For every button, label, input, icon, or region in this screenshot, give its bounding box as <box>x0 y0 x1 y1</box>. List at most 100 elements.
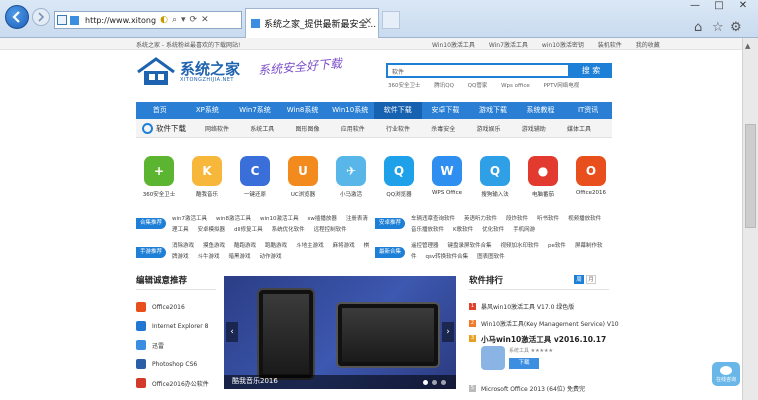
topbar-link[interactable]: 我的收藏 <box>636 42 660 49</box>
app-item[interactable]: W WPS Office <box>424 156 470 196</box>
app-item[interactable]: C 一键还原 <box>232 156 278 198</box>
hot-search-link[interactable]: 360安全卫士 <box>388 83 421 89</box>
search-button[interactable]: 搜 索 <box>570 63 612 78</box>
rank-item[interactable]: 5 Microsoft Office 2013 (64位) 免费完 <box>469 384 585 393</box>
app-item[interactable]: ✈ 小马激活 <box>328 156 374 198</box>
category-link[interactable]: 手机网游 <box>513 227 535 233</box>
category-link[interactable]: qsv转换软件合集 <box>426 254 469 260</box>
site-logo[interactable]: 系统之家 XITONGZHIJIA.NET <box>136 56 256 88</box>
nav-item[interactable]: Win8系统 <box>279 102 327 119</box>
close-tab-icon[interactable]: ✕ <box>364 17 372 27</box>
list-item[interactable]: Internet Explorer 8 <box>136 321 208 331</box>
refresh-icon[interactable]: ⟳ <box>190 15 198 25</box>
category-link[interactable]: 跑酷游戏 <box>265 243 287 249</box>
category-link[interactable]: 段炸软件 <box>506 216 528 222</box>
category-link[interactable]: sw插播放器 <box>308 216 337 222</box>
next-arrow-icon[interactable]: › <box>442 322 454 342</box>
list-item[interactable]: 迅雷 <box>136 340 164 350</box>
category-link[interactable]: 遥控管理器 <box>411 243 439 249</box>
hot-search-link[interactable]: Wps office <box>501 83 530 89</box>
topbar-link[interactable]: Win7激活工具 <box>489 42 528 49</box>
tab-active[interactable]: 系统之家_提供最新最安全... ✕ <box>245 8 379 38</box>
subnav-item[interactable]: 图形图像 <box>296 126 320 133</box>
dropdown-icon[interactable]: ▾ <box>181 15 186 25</box>
maximize-button[interactable]: □ <box>708 0 730 14</box>
app-item[interactable]: Q 搜狗输入法 <box>472 156 518 198</box>
subnav-item[interactable]: 行业软件 <box>386 126 410 133</box>
nav-item[interactable]: 首页 <box>136 102 184 119</box>
download-button[interactable]: 下载 <box>509 358 539 369</box>
topbar-link[interactable]: 装机软件 <box>598 42 622 49</box>
slide-dot[interactable] <box>432 380 437 385</box>
favorites-star-icon[interactable]: ☆ <box>712 20 724 35</box>
subnav-item[interactable]: 游戏辅助 <box>522 126 546 133</box>
list-item[interactable]: Photoshop CS6 <box>136 359 197 369</box>
app-item[interactable]: ● 电脑番茄 <box>520 156 566 198</box>
search-icon[interactable]: ⌕ <box>172 15 177 25</box>
slide-caption[interactable]: 酷我音乐2016 <box>232 376 278 386</box>
topbar-link[interactable]: Win10激活工具 <box>432 42 475 49</box>
category-link[interactable]: 远程控制软件 <box>314 227 347 233</box>
category-link[interactable]: 车辆违章查询软件 <box>411 216 455 222</box>
scroll-thumb[interactable] <box>745 124 756 228</box>
subnav-item[interactable]: 系统工具 <box>250 126 274 133</box>
category-link[interactable]: 优化软件 <box>482 227 504 233</box>
nav-item-active[interactable]: 软件下载 <box>373 102 422 119</box>
subnav-item[interactable]: 媒体工具 <box>567 126 591 133</box>
app-item[interactable]: K 酷我音乐 <box>184 156 230 198</box>
slide-dot[interactable] <box>441 380 446 385</box>
list-item-label[interactable]: Office2016 <box>152 304 185 311</box>
list-item[interactable]: Office2016办公软件 <box>136 378 209 388</box>
category-link[interactable]: 听书软件 <box>537 216 559 222</box>
nav-item[interactable]: Win10系统 <box>326 102 374 119</box>
hot-search-link[interactable]: PPTV网络电视 <box>543 83 579 89</box>
category-link[interactable]: 酷跑游戏 <box>234 243 256 249</box>
prev-arrow-icon[interactable]: ‹ <box>226 322 238 342</box>
tab-week[interactable]: 周 <box>574 275 584 284</box>
rank-item[interactable]: 2 Win10激活工具(Key Management Service) V10 <box>469 319 619 328</box>
hot-search-link[interactable]: 腾讯QQ <box>434 83 454 89</box>
app-item[interactable]: U UC浏览器 <box>280 156 326 198</box>
category-link[interactable]: 系统优化软件 <box>272 227 305 233</box>
list-item-label[interactable]: Internet Explorer 8 <box>152 323 208 330</box>
nav-item[interactable]: 安卓下载 <box>422 102 470 119</box>
nav-item[interactable]: Win7系统 <box>231 102 279 119</box>
subnav-item[interactable]: 杀毒安全 <box>431 126 455 133</box>
rank-item[interactable]: 1 暴风win10激活工具 V17.0 绿色版 <box>469 302 574 311</box>
app-item[interactable]: O Office2016 <box>568 156 614 196</box>
category-link[interactable]: 摸鱼游戏 <box>203 243 225 249</box>
category-link[interactable]: 消除游戏 <box>172 243 194 249</box>
subnav-item[interactable]: 应用软件 <box>341 126 365 133</box>
chat-widget[interactable]: 在线咨询 <box>712 362 740 386</box>
category-link[interactable]: 动作游戏 <box>260 254 282 260</box>
category-link[interactable]: 英语听力软件 <box>464 216 497 222</box>
vertical-scrollbar[interactable]: ▲ <box>742 38 758 400</box>
topbar-link[interactable]: win10激活密钥 <box>542 42 584 49</box>
category-link[interactable]: K歌软件 <box>453 227 473 233</box>
category-link[interactable]: 视频加水印软件 <box>501 243 540 249</box>
nav-item[interactable]: 系统教程 <box>517 102 565 119</box>
home-icon[interactable]: ⌂ <box>694 20 702 35</box>
stop-icon[interactable]: ✕ <box>201 15 209 25</box>
search-input[interactable]: 软件 <box>386 63 570 78</box>
list-item-label[interactable]: Office2016办公软件 <box>152 379 209 388</box>
rank-name[interactable]: 暴风win10激活工具 V17.0 绿色版 <box>481 302 574 311</box>
category-link[interactable]: pe软件 <box>548 243 566 249</box>
settings-gear-icon[interactable]: ⚙ <box>730 20 742 35</box>
category-link[interactable]: 音乐播放软件 <box>411 227 444 233</box>
new-tab-button[interactable] <box>382 11 400 29</box>
nav-item[interactable]: 游戏下载 <box>469 102 517 119</box>
featured-name[interactable]: 小马win10激活工具 v2016.10.17 <box>481 334 606 345</box>
category-link[interactable]: win8激活工具 <box>216 216 251 222</box>
list-item[interactable]: Office2016 <box>136 302 185 312</box>
address-bar[interactable]: http://www.xitong ◐ ⌕ ▾ ⟳ ✕ <box>54 11 242 29</box>
minimize-button[interactable]: — <box>684 0 706 14</box>
subnav-item[interactable]: 网络软件 <box>205 126 229 133</box>
rank-name[interactable]: Win10激活工具(Key Management Service) V10 <box>481 319 619 328</box>
hot-search-link[interactable]: QQ管家 <box>468 83 488 89</box>
forward-button[interactable] <box>32 8 50 26</box>
tab-month[interactable]: 月 <box>586 275 596 284</box>
category-link[interactable]: 图表图软件 <box>477 254 505 260</box>
app-item[interactable]: +360安全卫士 <box>136 156 182 198</box>
category-link[interactable]: 斗地主游戏 <box>296 243 324 249</box>
